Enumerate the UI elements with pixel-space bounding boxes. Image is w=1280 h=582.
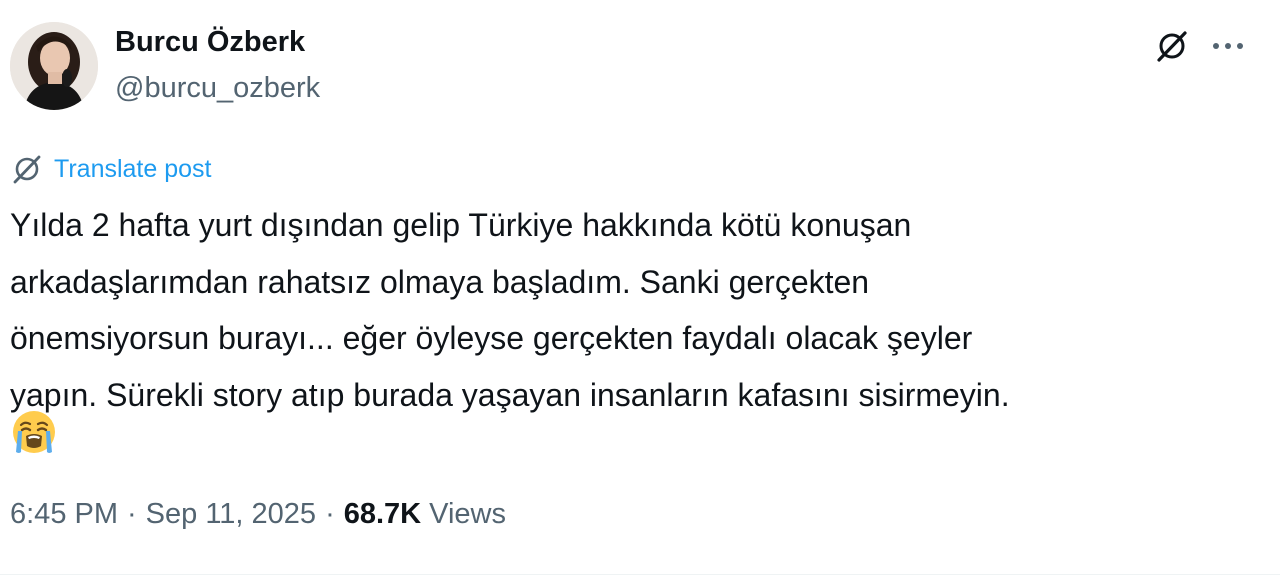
- author-handle[interactable]: @burcu_ozberk: [115, 72, 320, 105]
- post-text: Yılda 2 hafta yurt dışından gelip Türkiy…: [10, 197, 1250, 423]
- post-card: Burcu Özberk @burcu_ozberk Translate pos…: [0, 0, 1280, 582]
- profile-photo: [10, 22, 98, 110]
- post-text-line: yapın. Sürekli story atıp burada yaşayan…: [10, 376, 1010, 413]
- meta-separator: ·: [325, 498, 335, 530]
- post-text-line: Yılda 2 hafta yurt dışından gelip Türkiy…: [10, 207, 912, 243]
- post-meta: 6:45 PM · Sep 11, 2025 · 68.7K Views: [10, 498, 506, 531]
- views-count[interactable]: 68.7K: [344, 498, 421, 531]
- divider: [0, 574, 1280, 575]
- translate-post-label: Translate post: [54, 154, 212, 183]
- views-label: Views: [429, 498, 506, 530]
- post-time[interactable]: 6:45 PM: [10, 498, 118, 531]
- author-name[interactable]: Burcu Özberk: [115, 26, 305, 59]
- meta-separator: ·: [127, 498, 137, 530]
- avatar[interactable]: [10, 22, 98, 110]
- post-text-line: arkadaşlarımdan rahatsız olmaya başladım…: [10, 263, 870, 300]
- post-date[interactable]: Sep 11, 2025: [146, 498, 316, 531]
- post-text-line: önemsiyorsun burayı... eğer öyleyse gerç…: [10, 320, 973, 356]
- grok-icon: [1157, 31, 1187, 62]
- more-button[interactable]: [1208, 26, 1248, 66]
- translate-post-link[interactable]: Translate post: [10, 152, 211, 186]
- loudly-crying-face-icon: [10, 408, 58, 456]
- grok-icon: [13, 155, 41, 184]
- grok-button[interactable]: [1152, 26, 1192, 66]
- more-icon: [1213, 43, 1243, 49]
